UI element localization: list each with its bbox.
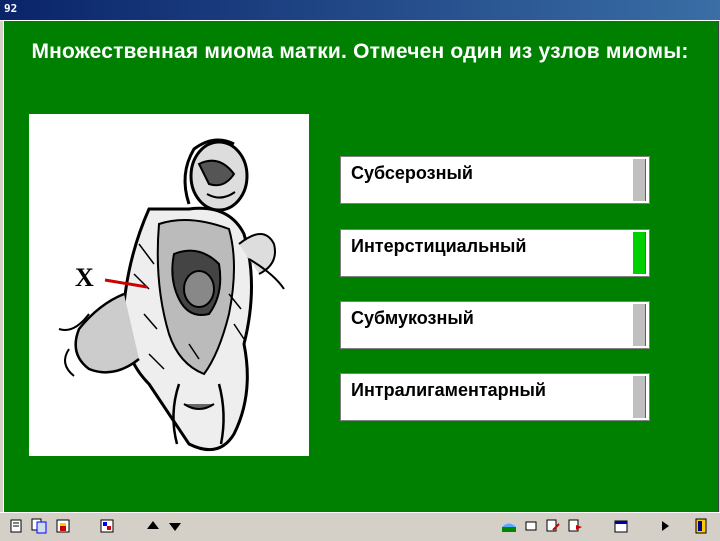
- flag-icon[interactable]: [566, 517, 584, 535]
- arrow-down-icon[interactable]: [166, 517, 184, 535]
- answer-indicator: [632, 159, 646, 201]
- play-icon[interactable]: [656, 517, 674, 535]
- answer-label: Субмукозный: [351, 308, 474, 328]
- chart-icon[interactable]: [500, 517, 518, 535]
- palette-icon[interactable]: [98, 517, 116, 535]
- window-title: 92: [4, 2, 18, 15]
- answer-interstitial[interactable]: Интерстициальный: [340, 229, 650, 277]
- answer-indicator: [632, 376, 646, 418]
- bottom-toolbar: [0, 512, 720, 541]
- answer-label: Субсерозный: [351, 163, 473, 183]
- question-text: Множественная миома матки. Отмечен один …: [31, 40, 689, 63]
- answer-submucous[interactable]: Субмукозный: [340, 301, 650, 349]
- uterus-illustration: X: [29, 114, 309, 456]
- print-icon[interactable]: [54, 517, 72, 535]
- answer-indicator-correct: [632, 232, 646, 274]
- answer-label: Интралигаментарный: [351, 380, 546, 400]
- answer-label: Интерстициальный: [351, 236, 527, 256]
- answer-intraligamentary[interactable]: Интралигаментарный: [340, 373, 650, 421]
- illustration-svg: X: [58, 138, 285, 452]
- exit-icon[interactable]: [692, 517, 710, 535]
- answer-indicator: [632, 304, 646, 346]
- copy-icon[interactable]: [30, 517, 48, 535]
- answer-subserous[interactable]: Субсерозный: [340, 156, 650, 204]
- rect-icon[interactable]: [522, 517, 540, 535]
- notes-icon[interactable]: [8, 517, 26, 535]
- marker-x: X: [75, 263, 94, 292]
- calendar-icon[interactable]: [612, 517, 630, 535]
- edit-icon[interactable]: [544, 517, 562, 535]
- arrow-up-icon[interactable]: [144, 517, 162, 535]
- title-bar: 92: [0, 0, 720, 21]
